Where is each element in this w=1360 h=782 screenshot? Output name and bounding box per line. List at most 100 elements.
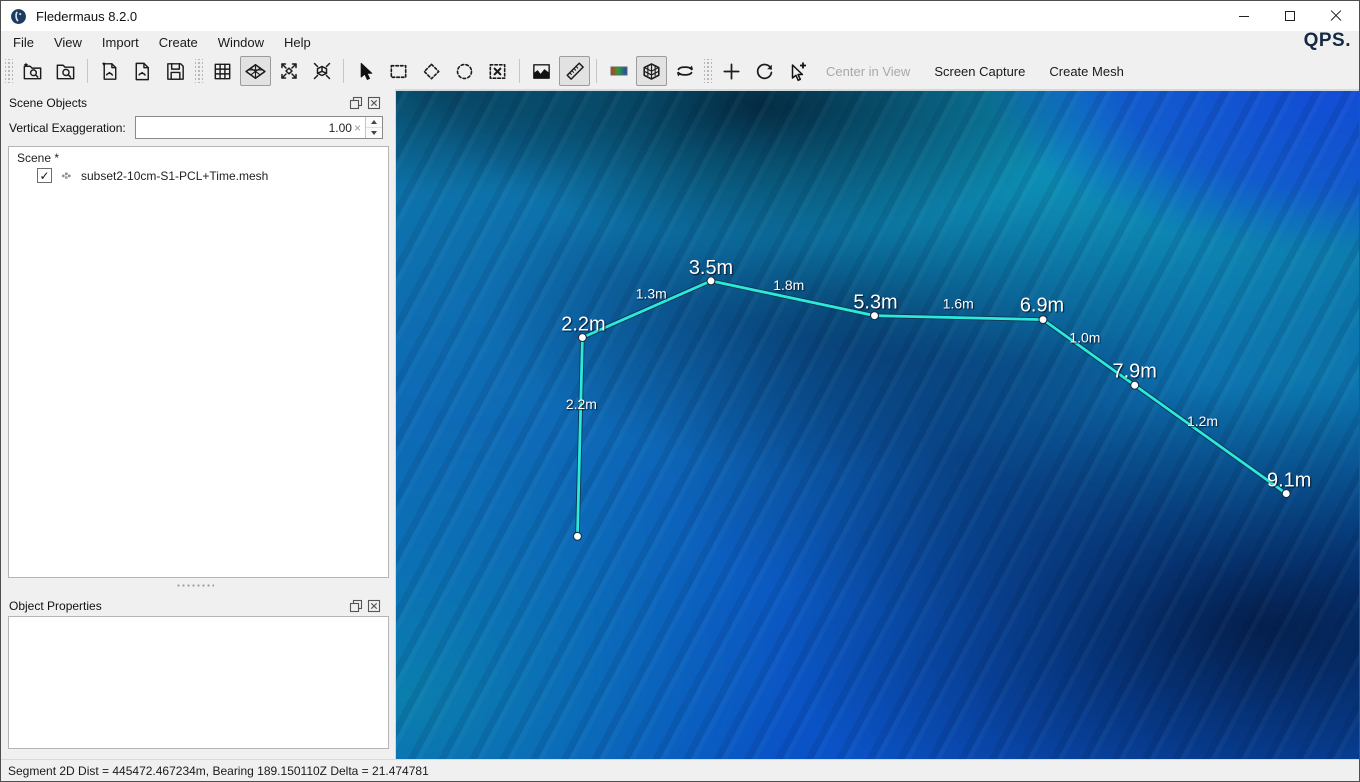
menu-view[interactable]: View	[44, 33, 92, 52]
segment-label: 1.0m	[1069, 330, 1100, 346]
measure-ruler-button[interactable]	[559, 56, 590, 86]
maximize-icon	[1285, 11, 1295, 21]
pick-add-button[interactable]	[782, 56, 813, 86]
grid-view-icon	[211, 60, 234, 83]
select-rect-icon	[387, 60, 410, 83]
pick-add-icon	[786, 59, 810, 83]
new-scene-icon	[98, 60, 121, 83]
window-title: Fledermaus 8.2.0	[36, 9, 137, 24]
measurement-vertex[interactable]	[1039, 316, 1047, 324]
status-bar: Segment 2D Dist = 445472.467234m, Bearin…	[1, 759, 1359, 781]
profile-button[interactable]	[526, 56, 557, 86]
select-cursor-button[interactable]	[350, 56, 381, 86]
measurement-vertex[interactable]	[1131, 381, 1139, 389]
zoom-extents-button[interactable]	[273, 56, 304, 86]
object-properties-header: Object Properties	[1, 592, 389, 616]
new-project-button[interactable]	[17, 56, 48, 86]
minimize-button[interactable]	[1221, 1, 1267, 31]
toolbar-drag-handle[interactable]	[5, 59, 13, 83]
panel-splitter[interactable]	[1, 578, 389, 592]
scene-3d-viewport[interactable]: 2.2m3.5m5.3m6.9m7.9m9.1m2.2m1.3m1.8m1.6m…	[395, 89, 1359, 759]
menu-file[interactable]: File	[3, 33, 44, 52]
depth-label: 6.9m	[1020, 295, 1064, 317]
toolbar-separator	[596, 59, 597, 83]
zoom-extents-icon	[277, 59, 301, 83]
visibility-checkbox[interactable]: ✓	[37, 168, 52, 183]
menu-create[interactable]: Create	[149, 33, 208, 52]
scene-tree-item-mesh[interactable]: ✓ subset2-10cm-S1-PCL+Time.mesh	[37, 168, 380, 183]
refresh-button[interactable]	[749, 56, 780, 86]
splitter-handle-icon	[176, 583, 214, 588]
spin-down-button[interactable]	[366, 127, 382, 138]
select-lasso-icon	[453, 60, 476, 83]
scene-tree: Scene * ✓ subset2-10cm-S1-PCL+Time.mesh	[8, 146, 389, 578]
main-content: Scene Objects Vertical Exaggeration: 1.0…	[1, 89, 1359, 759]
qps-logo: QPS.	[1304, 30, 1351, 52]
vertical-exaggeration-suffix: ×	[354, 121, 365, 135]
menu-help[interactable]: Help	[274, 33, 321, 52]
menu-window[interactable]: Window	[208, 33, 274, 52]
select-polygon-button[interactable]	[416, 56, 447, 86]
clear-selection-icon	[486, 60, 509, 83]
create-mesh-button[interactable]: Create Mesh	[1037, 64, 1135, 79]
open-file-button[interactable]	[127, 56, 158, 86]
select-lasso-button[interactable]	[449, 56, 480, 86]
mesh-object-name: subset2-10cm-S1-PCL+Time.mesh	[81, 169, 268, 183]
scene-panel-float-panel-button[interactable]	[348, 95, 363, 110]
add-icon	[720, 60, 743, 83]
toolbar-separator	[87, 59, 88, 83]
toolbar: Center in ViewScreen CaptureCreate Mesh	[1, 53, 1359, 89]
colormap-button[interactable]	[603, 56, 634, 86]
new-scene-button[interactable]	[94, 56, 125, 86]
spin-up-button[interactable]	[366, 117, 382, 127]
toolbar-drag-handle[interactable]	[704, 59, 712, 83]
measure-ruler-icon	[563, 59, 587, 83]
rotate-view-icon	[673, 59, 697, 83]
new-project-icon	[21, 60, 44, 83]
status-text: Segment 2D Dist = 445472.467234m, Bearin…	[8, 764, 429, 778]
save-button[interactable]	[160, 56, 191, 86]
grid-view-button[interactable]	[207, 56, 238, 86]
segment-label: 1.8m	[773, 277, 804, 293]
reset-view-button[interactable]	[306, 56, 337, 86]
center-in-view-button[interactable]: Center in View	[814, 64, 922, 79]
title-bar: Fledermaus 8.2.0	[1, 1, 1359, 31]
toolbar-separator	[343, 59, 344, 83]
scene-objects-title: Scene Objects	[9, 96, 87, 110]
screen-capture-button[interactable]: Screen Capture	[922, 64, 1037, 79]
grid-cube-icon	[639, 59, 664, 84]
add-button[interactable]	[716, 56, 747, 86]
app-window: Fledermaus 8.2.0 File View Import Create…	[0, 0, 1360, 782]
toolbar-separator	[519, 59, 520, 83]
close-button[interactable]	[1313, 1, 1359, 31]
mesh-view-icon	[243, 59, 268, 84]
save-icon	[164, 60, 187, 83]
clear-selection-button[interactable]	[482, 56, 513, 86]
refresh-icon	[753, 60, 776, 83]
segment-label: 1.2m	[1187, 413, 1218, 429]
menu-import[interactable]: Import	[92, 33, 149, 52]
maximize-button[interactable]	[1267, 1, 1313, 31]
measurement-vertex[interactable]	[573, 532, 581, 540]
rotate-view-button[interactable]	[669, 56, 700, 86]
reset-view-icon	[310, 59, 334, 83]
select-rect-button[interactable]	[383, 56, 414, 86]
close-panel-icon	[367, 599, 381, 613]
mesh-view-button[interactable]	[240, 56, 271, 86]
measurement-overlay: 2.2m3.5m5.3m6.9m7.9m9.1m2.2m1.3m1.8m1.6m…	[396, 91, 1359, 759]
minimize-icon	[1239, 16, 1249, 17]
segment-label: 2.2m	[566, 396, 597, 412]
toolbar-drag-handle[interactable]	[195, 59, 203, 83]
grid-cube-button[interactable]	[636, 56, 667, 86]
scene-objects-header: Scene Objects	[1, 89, 389, 113]
object-properties-content	[8, 616, 389, 749]
vertical-exaggeration-input[interactable]: 1.00 ×	[135, 116, 383, 139]
scene-panel-close-panel-button[interactable]	[366, 95, 381, 110]
segment-label: 1.3m	[636, 286, 667, 302]
object-properties-title: Object Properties	[9, 599, 102, 613]
menu-bar: File View Import Create Window Help QPS.	[1, 31, 1359, 53]
chevron-down-icon	[371, 131, 377, 135]
properties-panel-close-panel-button[interactable]	[366, 598, 381, 613]
properties-panel-float-panel-button[interactable]	[348, 598, 363, 613]
open-project-button[interactable]	[50, 56, 81, 86]
